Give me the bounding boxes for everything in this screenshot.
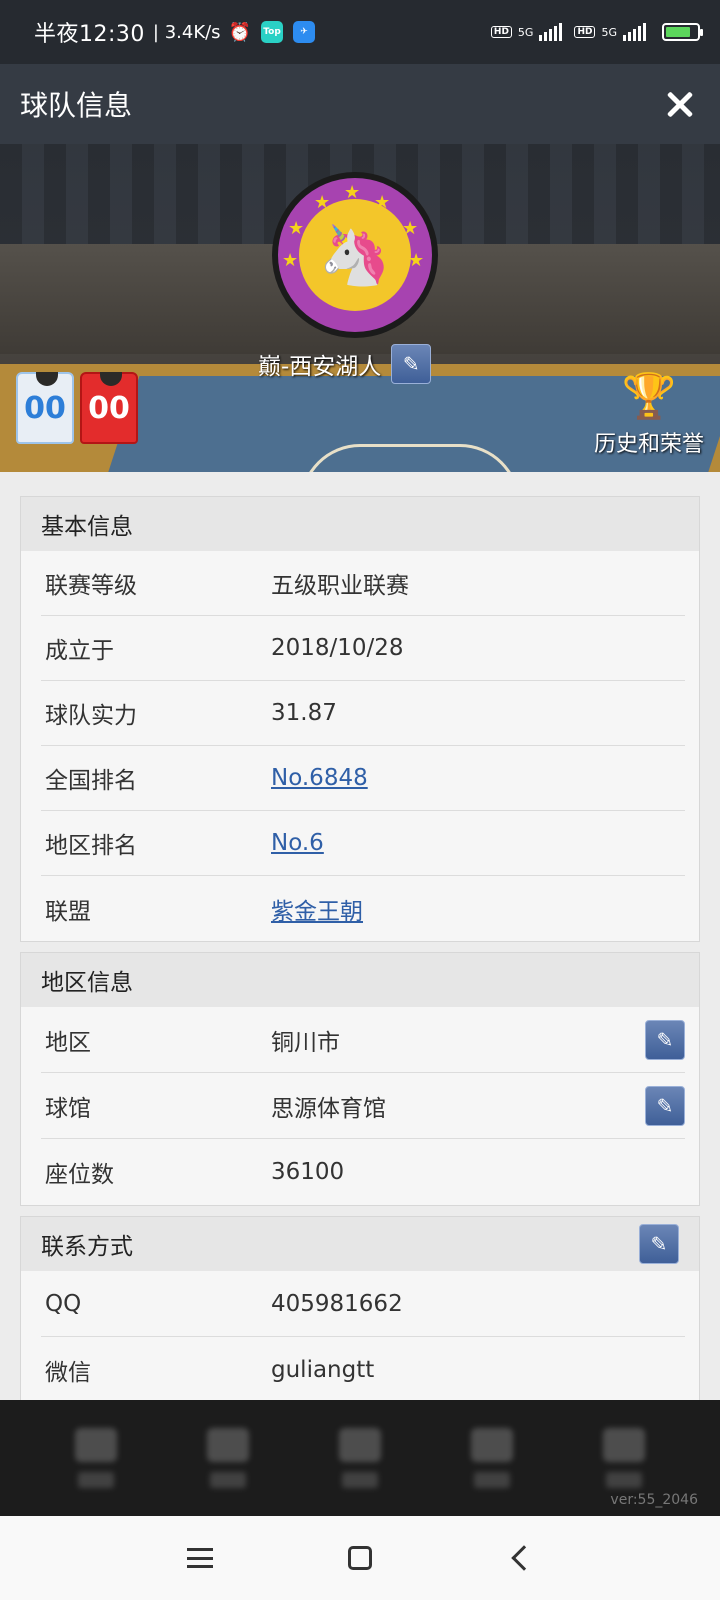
close-icon[interactable] [660,84,700,124]
region-rank-link[interactable]: No.6 [271,830,324,856]
version-label: ver:55_2046 [610,1492,698,1508]
panel-title: 基本信息 [41,514,133,540]
info-row-seats: 座位数 36100 [41,1139,685,1205]
row-value: 36100 [271,1159,345,1185]
jersey-group: 00 00 [16,372,138,444]
edit-region-button[interactable]: ✎ [645,1019,685,1060]
bottom-nav: ver:55_2046 [0,1400,720,1516]
status-bar: 半夜12:30 | 3.4K/s ⏰ Top ✈ HD 5G HD 5G [0,0,720,64]
bottom-nav-item[interactable] [328,1428,392,1488]
row-value: 思源体育馆 [271,1095,386,1122]
edit-contact-button[interactable]: ✎ [639,1224,679,1264]
row-value: 五级职业联赛 [271,573,409,599]
home-jersey-icon[interactable]: 00 [16,372,74,444]
back-icon[interactable] [500,1538,540,1578]
status-time: 半夜12:30 [34,22,145,47]
page-title: 球队信息 [20,89,133,122]
panel-title: 地区信息 [41,970,133,996]
info-row-qq: QQ 405981662 [41,1271,685,1337]
info-row-founded: 成立于 2018/10/28 [41,616,685,681]
region-info-panel: 地区信息 地区 铜川市 ✎ 球馆 思源体育馆 ✎ 座位数 36100 [20,952,700,1206]
system-nav-bar [0,1516,720,1600]
row-value: 31.87 [271,700,337,726]
team-banner: ★ ★ ★ ★ ★ ★ ★ 🦄 巅-西安湖人 ✎ 00 00 🏆 历史和荣誉 [0,144,720,472]
row-key: 座位数 [45,1162,114,1188]
row-value: 405981662 [271,1290,403,1317]
row-key: 地区 [45,1029,91,1056]
net-speed: | 3.4K/s [152,21,221,43]
basic-info-panel: 基本信息 联赛等级 五级职业联赛 成立于 2018/10/28 球队实力 31.… [20,496,700,942]
region-info-heading: 地区信息 [21,953,699,1007]
bottom-nav-item[interactable] [592,1428,656,1488]
row-value: guliangtt [271,1357,375,1383]
trophy-icon: 🏆 [621,371,677,422]
row-key: 微信 [45,1360,91,1386]
row-value: 2018/10/28 [271,635,404,661]
status-right: HD 5G HD 5G [490,23,703,41]
bottom-nav-item[interactable] [64,1428,128,1488]
alliance-link[interactable]: 紫金王朝 [271,892,363,926]
info-row-wechat: 微信 guliangtt [41,1337,685,1400]
away-jersey-icon[interactable]: 00 [80,372,138,444]
team-name: 巅-西安湖人 [258,354,382,380]
row-key: QQ [45,1290,82,1317]
team-name-row: 巅-西安湖人 ✎ [258,344,432,384]
team-logo: ★ ★ ★ ★ ★ ★ ★ 🦄 [272,172,438,338]
signal-label: 5G [517,25,534,39]
panel-title: 联系方式 [41,1234,133,1260]
row-key: 球队实力 [45,703,137,729]
row-key: 球馆 [45,1095,91,1122]
info-row-region-rank: 地区排名 No.6 [41,811,685,876]
battery-icon [662,23,703,41]
menu-icon[interactable] [180,1538,220,1578]
info-row-region: 地区 铜川市 ✎ [41,1007,685,1073]
info-row-alliance: 联盟 紫金王朝 [41,876,685,941]
signal-bars-icon [623,23,646,41]
edit-team-name-button[interactable]: ✎ [391,344,432,384]
info-row-strength: 球队实力 31.87 [41,681,685,746]
row-key: 全国排名 [45,768,137,794]
alarm-icon: ⏰ [228,21,251,43]
row-key: 地区排名 [45,833,137,859]
app-plane-icon: ✈ [293,21,315,43]
hd-icon: HD [490,26,512,38]
bottom-nav-item[interactable] [460,1428,524,1488]
home-icon[interactable] [340,1538,380,1578]
row-value: 铜川市 [271,1029,340,1056]
team-info-content[interactable]: 基本信息 联赛等级 五级职业联赛 成立于 2018/10/28 球队实力 31.… [0,472,720,1400]
bottom-nav-item[interactable] [196,1428,260,1488]
basic-info-heading: 基本信息 [21,497,699,551]
contact-info-heading: 联系方式 ✎ [21,1217,699,1271]
row-key: 成立于 [45,638,114,664]
info-row-national-rank: 全国排名 No.6848 [41,746,685,811]
hd-icon: HD [574,26,596,38]
edit-arena-button[interactable]: ✎ [645,1085,685,1126]
signal-bars-icon [539,23,563,41]
title-bar: 球队信息 [0,64,720,144]
row-key: 联盟 [45,898,91,925]
unicorn-logo-icon: 🦄 [299,199,411,311]
signal-label: 5G [601,25,617,39]
app-top-icon: Top [261,21,283,43]
national-rank-link[interactable]: No.6848 [271,765,368,791]
history-honor-button[interactable]: 🏆 历史和荣誉 [594,372,704,458]
info-row-arena: 球馆 思源体育馆 ✎ [41,1073,685,1139]
contact-info-panel: 联系方式 ✎ QQ 405981662 微信 guliangtt [20,1216,700,1400]
row-key: 联赛等级 [45,573,137,599]
history-honor-label: 历史和荣誉 [593,432,704,457]
info-row-league: 联赛等级 五级职业联赛 [41,551,685,616]
